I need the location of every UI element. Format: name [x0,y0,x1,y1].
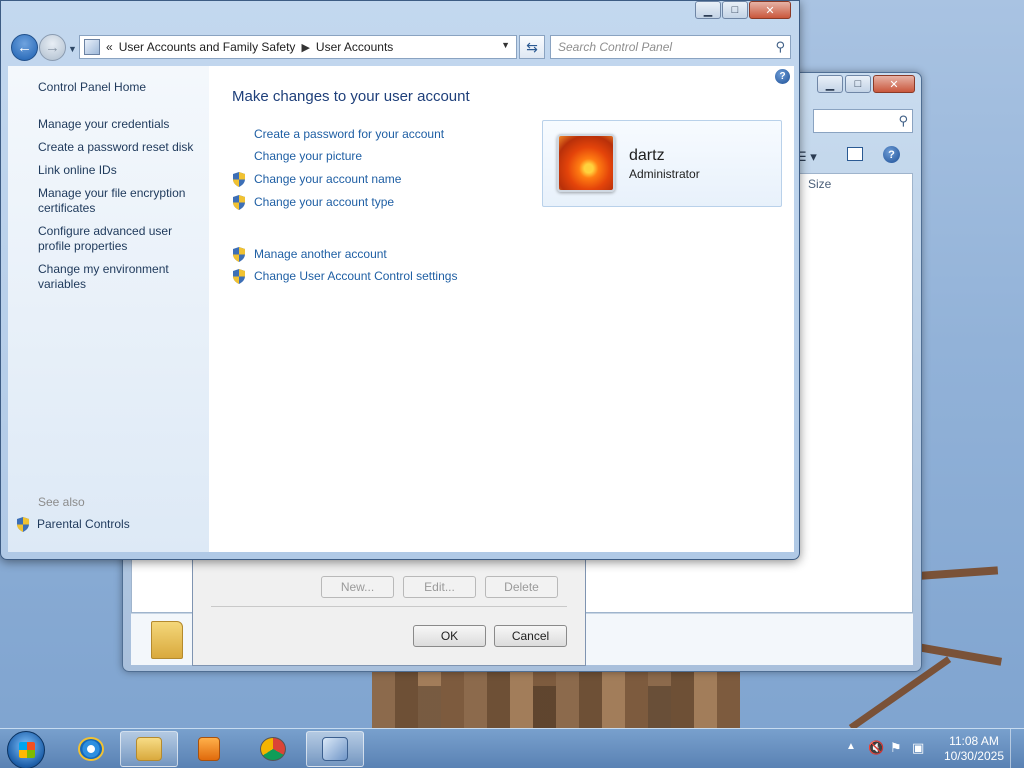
sidebar-item-advanced-profile-properties[interactable]: Configure advanced user profile properti… [38,224,203,254]
task-change-uac-settings-label: Change User Account Control settings [254,269,458,283]
task-create-password[interactable]: Create a password for your account [254,127,444,142]
divider [211,606,567,607]
see-also-heading: See also [38,495,85,509]
uac-shield-icon [17,517,29,532]
back-button[interactable]: ← [11,34,38,61]
task-change-picture[interactable]: Change your picture [254,149,362,164]
taskbar: ▲ 🔇 ⚑ ▣ 11:08 AM 10/30/2025 [0,728,1024,768]
uac-shield-icon [233,195,245,210]
task-change-account-name[interactable]: Change your account name [233,172,402,187]
task-change-uac-settings[interactable]: Change User Account Control settings [233,269,458,284]
forward-button[interactable]: → [39,34,66,61]
control-panel-home-link[interactable]: Control Panel Home [38,80,146,95]
folder-icon [136,737,162,761]
uac-shield-icon [233,269,245,284]
search-input[interactable]: Search Control Panel ⚲ [550,35,791,59]
uac-shield-icon [233,172,245,187]
breadcrumb-separator-icon[interactable]: ▶ [301,41,309,54]
preview-pane-icon[interactable] [847,147,863,161]
uac-shield-icon [233,247,245,262]
taskbar-internet-explorer[interactable] [62,731,120,767]
parental-controls-label: Parental Controls [37,517,130,531]
address-dropdown-icon[interactable]: ▼ [501,40,510,50]
sidebar-item-password-reset-disk[interactable]: Create a password reset disk [38,140,203,155]
internet-explorer-icon [78,737,104,761]
control-panel-icon [322,737,348,761]
left-navigation-pane: Control Panel Home Manage your credentia… [8,66,209,552]
sidebar-item-environment-variables[interactable]: Change my environment variables [38,262,203,292]
user-accounts-window[interactable]: ▁ □ ✕ ← → ▼ « User Accounts and Family S… [0,0,800,560]
account-role: Administrator [629,167,700,181]
address-bar[interactable]: « User Accounts and Family Safety ▶ User… [79,35,517,59]
task-manage-another-account[interactable]: Manage another account [233,247,387,262]
show-hidden-icons-icon[interactable]: ▲ [846,741,856,752]
volume-muted-icon[interactable]: 🔇 [868,740,884,756]
taskbar-chrome[interactable] [244,731,302,767]
search-icon: ⚲ [898,113,908,128]
recent-pages-dropdown[interactable]: ▼ [68,44,77,54]
bg-window-controls: ▁ □ ✕ [817,75,915,93]
account-card: dartz Administrator [542,120,782,207]
minimize-button[interactable]: ▁ [695,1,721,19]
parental-controls-link[interactable]: Parental Controls [16,517,130,532]
taskbar-windows-explorer[interactable] [120,731,178,767]
help-icon[interactable]: ? [883,146,900,163]
bg-maximize-button[interactable]: □ [845,75,871,93]
main-content-pane: ? Make changes to your user account Crea… [209,66,794,552]
avatar [557,134,615,192]
show-desktop-button[interactable] [1010,729,1024,768]
maximize-button[interactable]: □ [722,1,748,19]
clock[interactable]: 11:08 AM 10/30/2025 [944,734,1004,764]
folder-icon [151,621,183,659]
refresh-icon: ⇆ [526,38,538,55]
breadcrumb-user-accounts-family-safety[interactable]: User Accounts and Family Safety [119,40,296,54]
search-placeholder: Search Control Panel [558,40,673,54]
refresh-button[interactable]: ⇆ [519,35,545,59]
sidebar-item-manage-credentials[interactable]: Manage your credentials [38,117,203,132]
ok-button[interactable]: OK [413,625,486,647]
breadcrumb-user-accounts[interactable]: User Accounts [316,40,393,54]
edit-button[interactable]: Edit... [403,576,476,598]
search-icon[interactable]: ⚲ [775,39,785,55]
action-center-icon[interactable]: ⚑ [890,740,906,756]
account-name: dartz [629,147,665,164]
sidebar-item-file-encryption-certificates[interactable]: Manage your file encryption certificates [38,186,203,216]
system-tray: ▲ 🔇 ⚑ ▣ 11:08 AM 10/30/2025 [834,729,1024,768]
browser-icon [260,737,286,761]
forward-arrow-icon: → [45,39,60,56]
clock-time: 11:08 AM [949,734,999,748]
back-arrow-icon: ← [17,39,32,56]
media-player-icon [198,737,220,761]
variable-button-row: New... Edit... Delete [321,576,558,598]
start-button[interactable] [7,731,45,768]
task-change-account-type-label: Change your account type [254,195,395,209]
dialog-action-row: OK Cancel [413,625,567,647]
window-controls: ▁ □ ✕ [695,1,791,19]
task-change-account-name-label: Change your account name [254,172,402,186]
bg-search-input[interactable]: ⚲ [813,109,913,133]
sidebar-item-link-online-ids[interactable]: Link online IDs [38,163,203,178]
address-overflow[interactable]: « [106,40,113,54]
help-icon[interactable]: ? [775,69,790,84]
wallpaper-stick [911,642,1003,666]
delete-button[interactable]: Delete [485,576,558,598]
column-header-size[interactable]: Size [808,177,831,191]
clock-date: 10/30/2025 [943,749,1004,763]
windows-logo-icon [19,742,35,758]
taskbar-media-player[interactable] [180,731,238,767]
bg-close-button[interactable]: ✕ [873,75,915,93]
task-change-account-type[interactable]: Change your account type [233,195,395,210]
close-button[interactable]: ✕ [749,1,791,19]
page-title: Make changes to your user account [232,88,470,105]
environment-variables-dialog[interactable]: New... Edit... Delete OK Cancel [192,548,586,666]
control-panel-icon [84,39,100,55]
taskbar-control-panel[interactable] [306,731,364,767]
new-button[interactable]: New... [321,576,394,598]
cancel-button[interactable]: Cancel [494,625,567,647]
bg-minimize-button[interactable]: ▁ [817,75,843,93]
task-manage-another-account-label: Manage another account [254,247,387,261]
network-icon[interactable]: ▣ [912,740,928,756]
desktop-wallpaper-shade [372,686,740,729]
